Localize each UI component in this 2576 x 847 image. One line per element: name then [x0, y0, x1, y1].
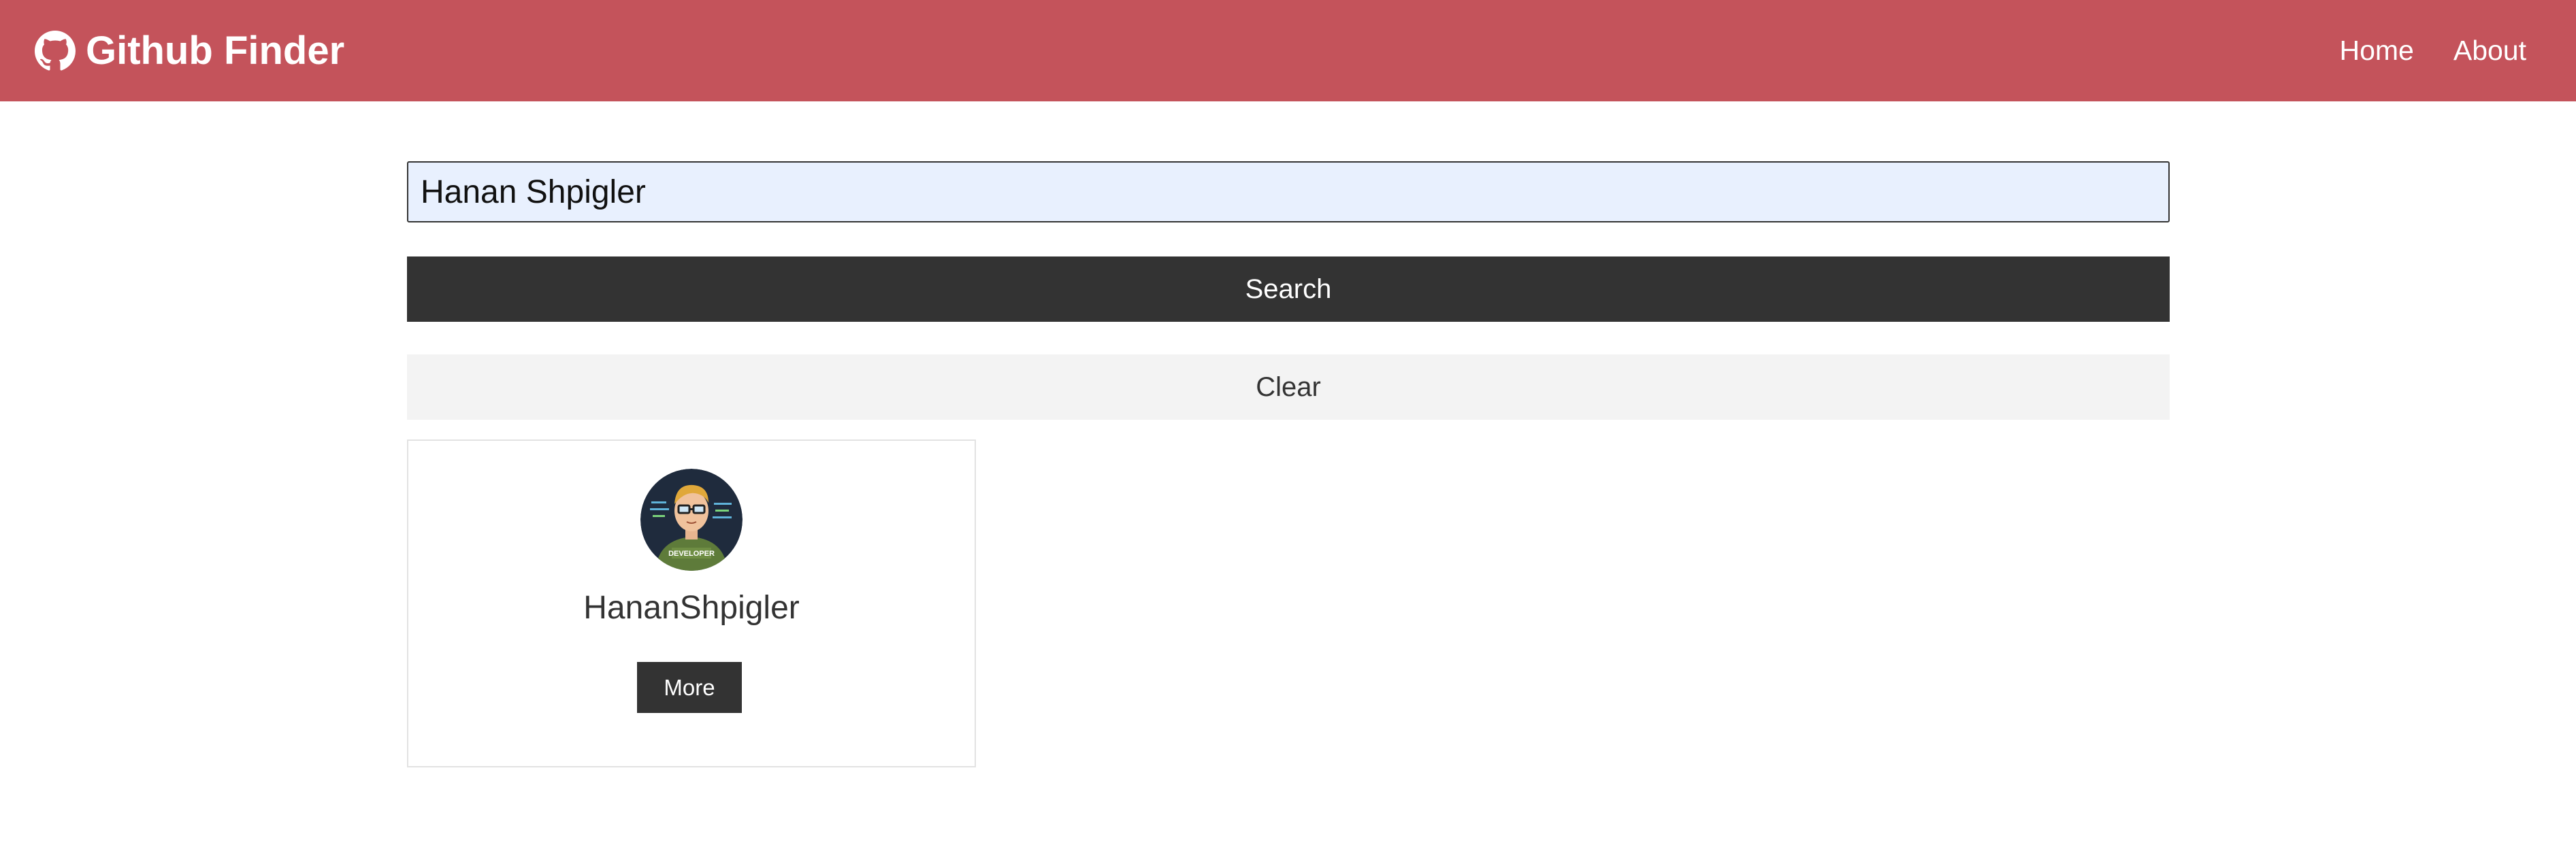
username: HananShpigler — [583, 590, 800, 626]
more-button[interactable]: More — [637, 662, 742, 713]
user-card: DEVELOPER HananShpigler More — [407, 439, 976, 767]
app-title: Github Finder — [86, 28, 345, 73]
clear-button[interactable]: Clear — [407, 354, 2170, 420]
nav-link-about[interactable]: About — [2453, 35, 2526, 67]
search-input[interactable] — [407, 161, 2170, 222]
navbar: Github Finder Home About — [0, 0, 2576, 101]
github-icon — [34, 30, 76, 72]
avatar: DEVELOPER — [640, 469, 743, 571]
brand[interactable]: Github Finder — [34, 0, 344, 101]
search-button[interactable]: Search — [407, 256, 2170, 322]
nav-links: Home About — [2339, 0, 2526, 101]
nav-link-home[interactable]: Home — [2339, 35, 2413, 67]
avatar-label: DEVELOPER — [668, 550, 715, 558]
